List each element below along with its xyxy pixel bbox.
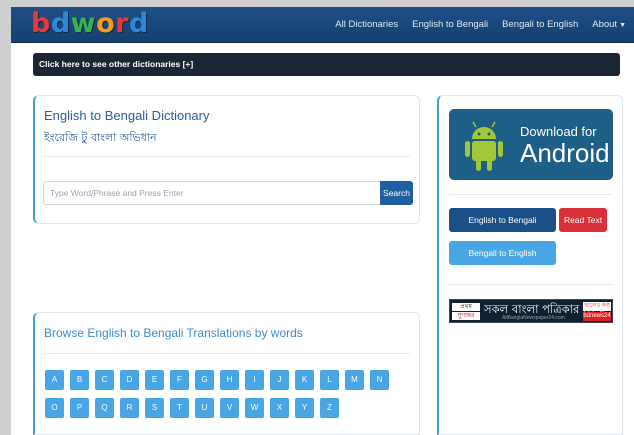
letter-button-b[interactable]: B (70, 370, 89, 390)
logo-letter: d (50, 8, 71, 39)
dictionary-title: English to Bengali Dictionary (44, 108, 210, 123)
read-text-button[interactable]: Read Text (559, 208, 607, 232)
navbar: bdword All Dictionaries English to Benga… (11, 7, 634, 43)
search-button[interactable]: Search (380, 181, 413, 205)
android-robot-icon (465, 121, 503, 171)
letter-button-o[interactable]: O (45, 398, 64, 418)
logo[interactable]: bdword (31, 9, 149, 39)
search-input[interactable]: Type Word/Phrase and Press Enter (43, 181, 380, 205)
letter-button-y[interactable]: Y (295, 398, 314, 418)
browse-panel: Browse English to Bengali Translations b… (33, 312, 420, 435)
letter-button-w[interactable]: W (245, 398, 264, 418)
nav-all-dictionaries[interactable]: All Dictionaries (335, 19, 398, 30)
letter-button-z[interactable]: Z (320, 398, 339, 418)
browse-title: Browse English to Bengali Translations b… (44, 326, 303, 340)
dictionary-panel: English to Bengali Dictionary ইংরেজি টু … (33, 95, 420, 224)
nav-about-label: About (592, 19, 618, 30)
logo-letter: d (129, 8, 149, 39)
dictionary-subtitle: ইংরেজি টু বাংলা অভিধান (44, 131, 157, 144)
logo-letter: o (96, 8, 116, 39)
divider (44, 353, 410, 354)
divider (44, 156, 410, 157)
letter-button-m[interactable]: M (345, 370, 364, 390)
nav-bengali-to-english[interactable]: Bengali to English (502, 19, 578, 30)
letter-button-x[interactable]: X (270, 398, 289, 418)
newspaper-logo-right-top: কালের কণ্ঠ (583, 302, 611, 311)
newspaper-logo-right-bottom: bdnews24 (583, 312, 611, 321)
letter-buttons: A B C D E F G H I J K L M N O P Q R S T U V W X Y Z (45, 369, 405, 425)
letter-button-i[interactable]: I (245, 370, 264, 390)
logo-letter: w (70, 8, 97, 39)
bengali-to-english-button[interactable]: Bengali to English Dictionary (449, 241, 556, 282)
letter-button-t[interactable]: T (170, 398, 189, 418)
nav-english-to-bengali[interactable]: English to Bengali (412, 19, 488, 30)
sidebar-panel: Download for Android English to Bengali … (437, 95, 623, 435)
newspaper-list-ad[interactable]: প্রথম আলো যুগান্তর সকল বাংলা পত্রিকার লি… (449, 299, 613, 323)
letter-button-a[interactable]: A (45, 370, 64, 390)
caret-down-icon: ▼ (619, 22, 626, 29)
android-ad-small-text: Download for (520, 124, 597, 139)
page: bdword All Dictionaries English to Benga… (11, 7, 634, 435)
divider (449, 194, 613, 195)
divider (449, 284, 613, 285)
newspaper-logo-left-top: প্রথম আলো (452, 303, 480, 318)
letter-button-j[interactable]: J (270, 370, 289, 390)
letter-button-q[interactable]: Q (95, 398, 114, 418)
android-ad-big-text: Android (520, 138, 610, 168)
logo-letter: b (31, 8, 51, 39)
logo-letter: r (115, 8, 129, 39)
letter-button-h[interactable]: H (220, 370, 239, 390)
letter-button-d[interactable]: D (120, 370, 139, 390)
letter-button-g[interactable]: G (195, 370, 214, 390)
letter-button-e[interactable]: E (145, 370, 164, 390)
english-to-bengali-button[interactable]: English to Bengali Dictionary (449, 208, 556, 249)
nav-about[interactable]: About ▼ (592, 19, 626, 30)
letter-button-p[interactable]: P (70, 398, 89, 418)
letter-button-v[interactable]: V (220, 398, 239, 418)
newspaper-logo-left-bottom: যুগান্তর (452, 312, 480, 320)
letter-button-r[interactable]: R (120, 398, 139, 418)
letter-button-u[interactable]: U (195, 398, 214, 418)
letter-button-k[interactable]: K (295, 370, 314, 390)
letter-button-f[interactable]: F (170, 370, 189, 390)
other-dictionaries-banner[interactable]: Click here to see other dictionaries [+] (33, 53, 620, 76)
letter-button-c[interactable]: C (95, 370, 114, 390)
nav-links: All Dictionaries English to Bengali Beng… (321, 7, 626, 42)
newspaper-ad-url: AllBanglaNewspaper24.com (502, 315, 565, 321)
letter-button-l[interactable]: L (320, 370, 339, 390)
letter-button-n[interactable]: N (370, 370, 389, 390)
letter-button-s[interactable]: S (145, 398, 164, 418)
android-download-ad[interactable]: Download for Android (449, 109, 613, 180)
